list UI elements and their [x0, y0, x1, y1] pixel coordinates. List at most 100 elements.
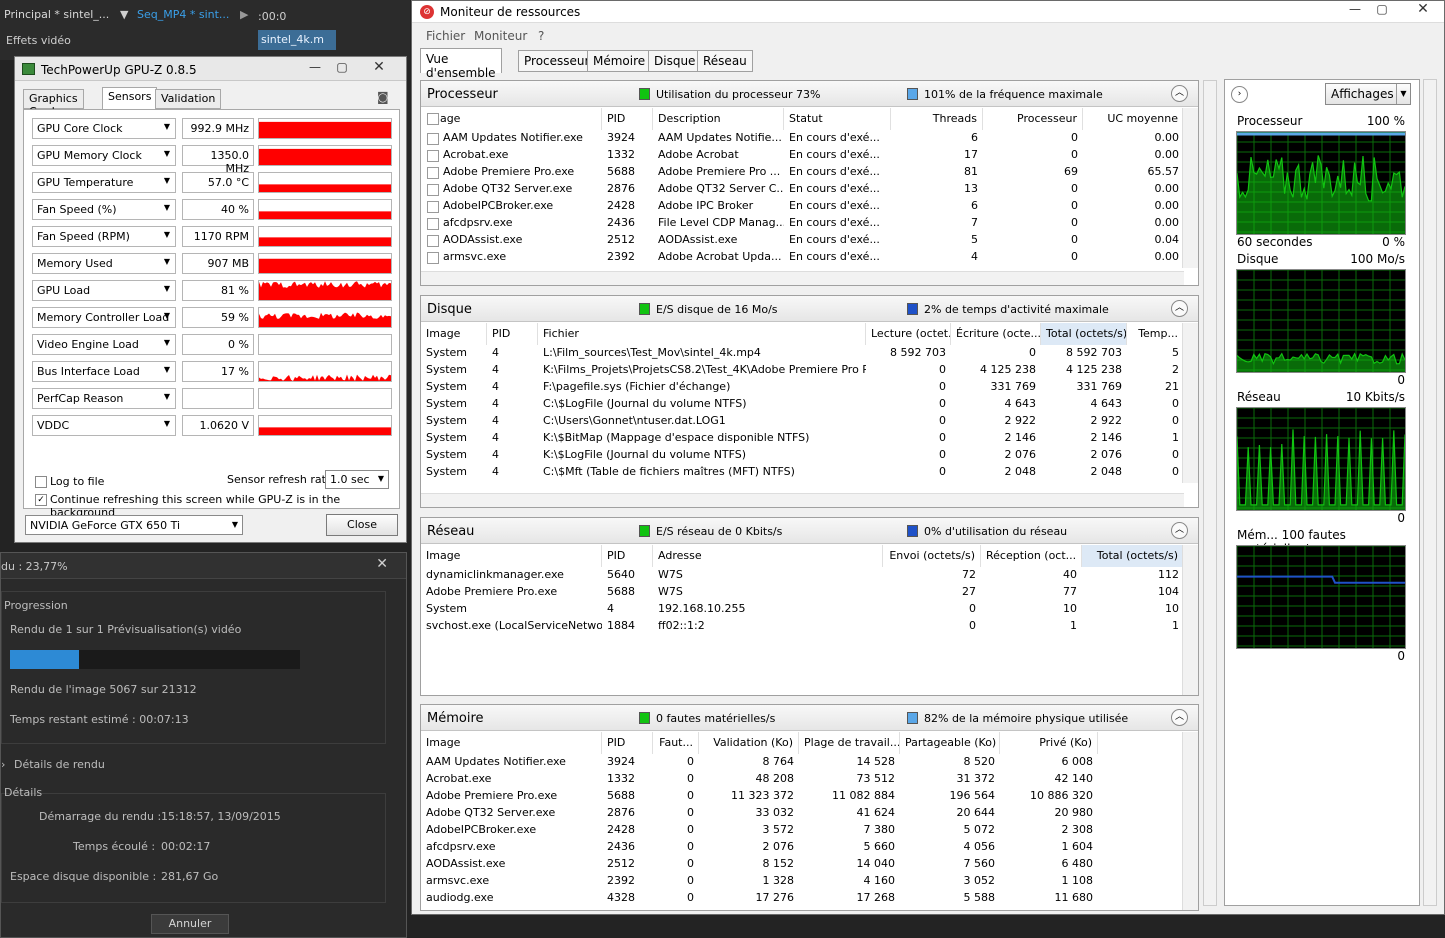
column-header[interactable]: Réception (oct...	[981, 545, 1082, 567]
table-cell[interactable]: afcdpsrv.exe	[421, 839, 602, 856]
chevron-down-icon[interactable]: ▼	[164, 257, 170, 266]
sensor-name[interactable]: PerfCap Reason ▼	[32, 388, 176, 409]
main-scrollbar[interactable]	[1203, 80, 1217, 906]
column-header[interactable]: Validation (Ko)	[699, 732, 799, 754]
column-header[interactable]: PID	[487, 323, 538, 345]
continue-refresh-checkbox[interactable]: ✓	[35, 493, 47, 506]
column-header[interactable]: UC moyenne	[1083, 108, 1184, 130]
tab-disk[interactable]: Disque	[648, 50, 702, 72]
close-icon[interactable]: ✕	[366, 59, 392, 77]
chevron-right-icon[interactable]: ›	[1231, 86, 1248, 103]
table-cell[interactable]: audiodg.exe	[421, 890, 602, 907]
menu-monitor[interactable]: Moniteur	[474, 29, 527, 43]
menu-help[interactable]: ?	[538, 29, 544, 43]
sensor-name[interactable]: GPU Temperature ▼	[32, 172, 176, 193]
column-header[interactable]: Total (octets/s)	[1082, 545, 1184, 567]
column-header[interactable]: Privé (Ko)	[1000, 732, 1098, 754]
table-cell[interactable]: System	[421, 447, 487, 464]
select-all-checkbox[interactable]	[427, 113, 439, 125]
vertical-scrollbar[interactable]	[1182, 545, 1198, 695]
table-cell[interactable]: Adobe Premiere Pro.exe	[438, 164, 602, 181]
tab-network[interactable]: Réseau	[697, 50, 753, 72]
column-header[interactable]: Faut...	[653, 732, 699, 754]
column-header[interactable]: Écriture (octe...	[951, 323, 1041, 345]
table-cell[interactable]: AdobeIPCBroker.exe	[438, 198, 602, 215]
column-header[interactable]: Lecture (octet...	[866, 323, 951, 345]
minimize-icon[interactable]: —	[1342, 1, 1368, 19]
table-cell[interactable]: svchost.exe (LocalServiceNetwo...	[421, 618, 602, 635]
table-cell[interactable]: System	[421, 379, 487, 396]
chevron-down-icon[interactable]: ▼	[164, 176, 170, 185]
table-cell[interactable]: System	[421, 413, 487, 430]
table-cell[interactable]: Acrobat.exe	[421, 771, 602, 788]
chevron-down-icon[interactable]: ▼	[164, 392, 170, 401]
effects-label[interactable]: Effets vidéo	[6, 34, 71, 47]
vertical-scrollbar[interactable]	[1182, 323, 1198, 483]
sensor-name[interactable]: Fan Speed (RPM) ▼	[32, 226, 176, 247]
details-toggle[interactable]: Détails de rendu	[14, 758, 105, 771]
chevron-down-icon[interactable]: ▼	[164, 338, 170, 347]
chevron-down-icon[interactable]: ▼	[164, 365, 170, 374]
cancel-button[interactable]: Annuler	[151, 914, 229, 934]
table-cell[interactable]: AdobeIPCBroker.exe	[421, 822, 602, 839]
render-titlebar[interactable]: du : 23,77% ✕	[1, 553, 406, 579]
column-header[interactable]: Partageable (Ko)	[900, 732, 1000, 754]
column-header[interactable]: Threads	[891, 108, 983, 130]
sensor-name[interactable]: Video Engine Load ▼	[32, 334, 176, 355]
column-header[interactable]: Fichier	[538, 323, 866, 345]
table-cell[interactable]: System	[421, 396, 487, 413]
table-cell[interactable]: dynamiclinkmanager.exe	[421, 567, 602, 584]
column-header[interactable]: Plage de travail...	[799, 732, 900, 754]
column-header[interactable]: Temp...	[1127, 323, 1184, 345]
memory-panel-header[interactable]: Mémoire 0 fautes matérielles/s 82% de la…	[421, 705, 1198, 731]
sensor-name[interactable]: Memory Used ▼	[32, 253, 176, 274]
cpu-panel-header[interactable]: Processeur Utilisation du processeur 73%…	[421, 81, 1198, 107]
tab-processor[interactable]: Processeur	[518, 50, 596, 72]
sensor-name[interactable]: VDDC ▼	[32, 415, 176, 436]
premiere-tab-sequence[interactable]: Seq_MP4 * sint...	[137, 8, 229, 21]
column-header[interactable]: PID	[602, 732, 653, 754]
table-cell[interactable]: Adobe Premiere Pro.exe	[421, 788, 602, 805]
column-header[interactable]: Statut	[784, 108, 891, 130]
column-header[interactable]: Total (octets/s)	[1041, 323, 1127, 345]
table-cell[interactable]: AODAssist.exe	[438, 232, 602, 249]
vertical-scrollbar[interactable]	[1182, 732, 1198, 910]
sensor-name[interactable]: GPU Memory Clock ▼	[32, 145, 176, 166]
gpu-select[interactable]: NVIDIA GeForce GTX 650 Ti ▼	[25, 515, 243, 535]
table-cell[interactable]: Acrobat.exe	[438, 147, 602, 164]
close-icon[interactable]: ✕	[1410, 1, 1436, 19]
chevron-down-icon[interactable]: ▼	[164, 203, 170, 212]
column-header[interactable]: Processeur	[983, 108, 1083, 130]
table-cell[interactable]: System	[421, 345, 487, 362]
collapse-icon[interactable]: ︿	[1171, 300, 1188, 317]
menu-file[interactable]: Fichier	[426, 29, 465, 43]
tab-validation[interactable]: Validation	[155, 89, 222, 109]
table-cell[interactable]: AODAssist.exe	[421, 856, 602, 873]
refresh-rate-select[interactable]: 1.0 sec ▼	[325, 470, 389, 489]
column-header[interactable]: PID	[602, 545, 653, 567]
table-cell[interactable]: Adobe Premiere Pro.exe	[421, 584, 602, 601]
chevron-down-icon[interactable]: ▼	[164, 284, 170, 293]
column-header[interactable]: Image	[421, 323, 487, 345]
sensor-name[interactable]: GPU Load ▼	[32, 280, 176, 301]
expand-arrow-icon[interactable]: ›	[1, 758, 5, 771]
column-header[interactable]: Image	[421, 108, 602, 130]
column-header[interactable]: Description	[653, 108, 784, 130]
tab-memory[interactable]: Mémoire	[587, 50, 652, 72]
minimize-icon[interactable]: —	[302, 59, 328, 77]
tab-overview[interactable]: Vue d'ensemble	[420, 48, 502, 80]
collapse-icon[interactable]: ︿	[1171, 85, 1188, 102]
sensor-name[interactable]: Memory Controller Load ▼	[32, 307, 176, 328]
resmon-titlebar[interactable]: ⊘ Moniteur de ressources — ▢ ✕	[412, 1, 1444, 23]
collapse-icon[interactable]: ︿	[1171, 709, 1188, 726]
log-to-file-checkbox[interactable]	[35, 475, 47, 488]
column-header[interactable]: Adresse	[653, 545, 883, 567]
views-button[interactable]: Affichages ▼	[1325, 83, 1411, 105]
tab-sensors[interactable]: Sensors	[102, 87, 158, 110]
table-cell[interactable]: armsvc.exe	[421, 873, 602, 890]
sensor-name[interactable]: Bus Interface Load ▼	[32, 361, 176, 382]
table-cell[interactable]: Adobe QT32 Server.exe	[438, 181, 602, 198]
sensor-name[interactable]: Fan Speed (%) ▼	[32, 199, 176, 220]
chevron-down-icon[interactable]: ▼	[164, 419, 170, 428]
premiere-tab-main[interactable]: Principal * sintel_...	[4, 8, 109, 21]
